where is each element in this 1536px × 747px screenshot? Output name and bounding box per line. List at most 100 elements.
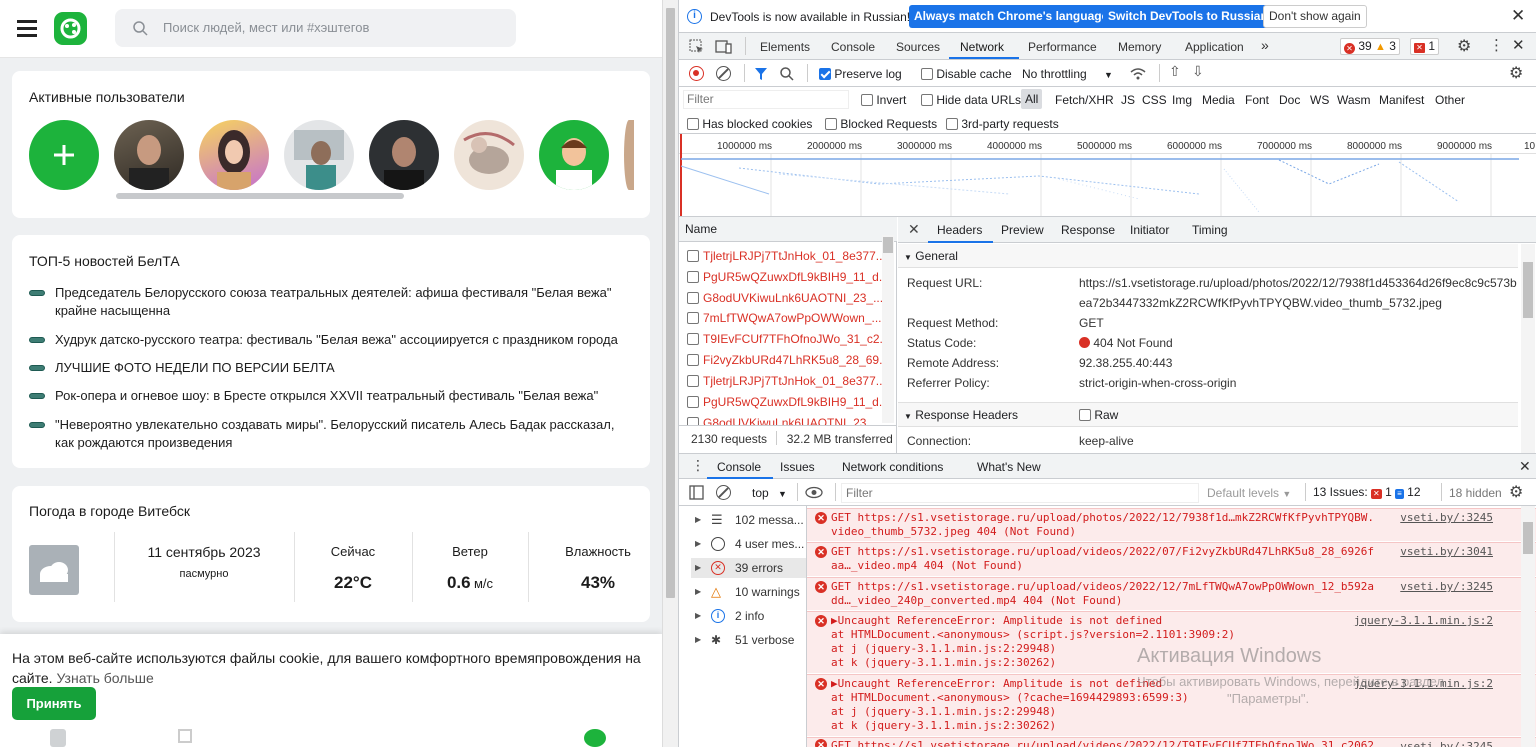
console-error-message[interactable]: ✕ GET https://s1.vsetistorage.ru/upload/… — [807, 542, 1536, 576]
avatar[interactable] — [199, 120, 269, 190]
filter-img[interactable]: Img — [1172, 93, 1192, 107]
tab-response[interactable]: Response — [1061, 223, 1115, 237]
message-source-link[interactable]: jquery-3.1.1.min.js:2 — [1354, 614, 1493, 628]
sidebar-item-user-messages[interactable]: ▶ 4 user mes... — [691, 534, 806, 554]
headers-scrollbar[interactable] — [1521, 244, 1535, 453]
avatar[interactable] — [284, 120, 354, 190]
dont-show-again-button[interactable]: Don't show again — [1263, 5, 1367, 28]
menu-icon[interactable] — [17, 20, 37, 37]
filter-media[interactable]: Media — [1202, 93, 1235, 107]
eye-icon[interactable] — [805, 486, 823, 499]
close-detail-icon[interactable]: ✕ — [908, 221, 920, 238]
close-devtools-icon[interactable]: ✕ — [1512, 36, 1525, 54]
sidebar-item-errors[interactable]: ▶ ✕ 39 errors — [691, 558, 806, 578]
device-toolbar-icon[interactable] — [715, 39, 732, 54]
general-section-header[interactable]: ▼ General — [898, 244, 1518, 268]
filter-ws[interactable]: WS — [1310, 93, 1329, 107]
requests-scrollbar[interactable] — [882, 235, 894, 423]
search-icon[interactable] — [780, 67, 794, 81]
name-column-header[interactable]: Name — [679, 217, 897, 242]
close-icon[interactable]: ✕ — [1511, 6, 1525, 26]
network-filter-input[interactable]: Filter — [683, 90, 849, 109]
tab-preview[interactable]: Preview — [1001, 223, 1044, 237]
preserve-log-checkbox[interactable]: Preserve log — [819, 67, 902, 81]
console-error-message[interactable]: ✕ ▶Uncaught ReferenceError: Amplitude is… — [807, 674, 1536, 736]
news-item[interactable]: "Невероятно увлекательно создавать миры"… — [29, 416, 629, 452]
filter-other[interactable]: Other — [1435, 93, 1465, 107]
request-row[interactable]: PgUR5wQZuwxDfL9kBIH9_11_d... — [687, 392, 887, 412]
console-error-message[interactable]: ✕ ▶Uncaught ReferenceError: Amplitude is… — [807, 611, 1536, 673]
filter-js[interactable]: JS — [1121, 93, 1135, 107]
export-har-icon[interactable]: ⇩ — [1192, 63, 1204, 80]
message-source-link[interactable]: vseti.by/:3245 — [1400, 511, 1493, 525]
site-logo[interactable] — [54, 12, 87, 45]
request-row[interactable]: 7mLfTWQwA7owPpOWWown_... — [687, 308, 887, 328]
console-error-message[interactable]: ✕ GET https://s1.vsetistorage.ru/upload/… — [807, 577, 1536, 610]
avatar[interactable] — [624, 120, 634, 190]
tab-headers[interactable]: Headers — [937, 223, 982, 237]
drawer-menu-icon[interactable]: ⋮ — [691, 457, 705, 474]
drawer-tab-network-conditions[interactable]: Network conditions — [842, 460, 943, 474]
filter-font[interactable]: Font — [1245, 93, 1269, 107]
disable-cache-checkbox[interactable]: Disable cache — [921, 67, 1012, 81]
request-row[interactable]: T9IEvFCUf7TFhOfnoJWo_31_c2... — [687, 329, 887, 349]
filter-css[interactable]: CSS — [1142, 93, 1167, 107]
request-row[interactable]: TjletrjLRJPj7TtJnHok_01_8e377... — [687, 371, 887, 391]
request-row[interactable]: Fi2vyZkbURd47LhRK5u8_28_69... — [687, 350, 887, 370]
news-item[interactable]: Худрук датско-русского театра: фестиваль… — [29, 331, 629, 349]
third-party-checkbox[interactable]: 3rd-party requests — [946, 117, 1059, 131]
error-warning-counter[interactable]: ✕ 39 ▲ 3 — [1340, 38, 1400, 55]
blocked-requests-checkbox[interactable]: Blocked Requests — [825, 117, 937, 131]
sidebar-item-warnings[interactable]: ▶ △ 10 warnings — [691, 582, 806, 602]
console-filter-input[interactable]: Filter — [841, 483, 1199, 503]
raw-checkbox[interactable]: Raw — [1079, 408, 1118, 422]
invert-checkbox[interactable]: Invert — [861, 93, 906, 107]
settings-gear-icon[interactable]: ⚙ — [1457, 36, 1471, 56]
blocked-cookies-checkbox[interactable]: Has blocked cookies — [687, 117, 812, 131]
tab-memory[interactable]: Memory — [1118, 40, 1161, 54]
console-error-message[interactable]: ✕ GET https://s1.vsetistorage.ru/upload/… — [807, 508, 1536, 541]
avatars-scrollbar[interactable] — [116, 193, 404, 199]
tab-application[interactable]: Application — [1185, 40, 1244, 54]
close-drawer-icon[interactable]: ✕ — [1519, 458, 1531, 475]
news-item[interactable]: Председатель Белорусского союза театраль… — [29, 284, 629, 320]
filter-fetch-xhr[interactable]: Fetch/XHR — [1055, 93, 1114, 107]
console-issues-counter[interactable]: 13 Issues: ✕ 1 ≡ 12 — [1313, 485, 1421, 499]
sidebar-item-verbose[interactable]: ▶ ✱ 51 verbose — [691, 630, 806, 650]
console-settings-icon[interactable]: ⚙ — [1509, 482, 1523, 502]
message-source-link[interactable]: vseti.by/:3245 — [1400, 740, 1493, 747]
inspect-icon[interactable] — [689, 39, 704, 54]
record-icon[interactable] — [689, 66, 704, 81]
tab-console[interactable]: Console — [831, 40, 875, 54]
log-levels-select[interactable]: Default levels ▼ — [1207, 486, 1291, 500]
search-input[interactable]: Поиск людей, мест или #хэштегов — [115, 9, 516, 47]
issues-counter[interactable]: ✕ 1 — [1410, 38, 1440, 55]
tab-elements[interactable]: Elements — [760, 40, 810, 54]
throttling-select[interactable]: No throttling ▼ — [1022, 67, 1113, 81]
network-settings-icon[interactable]: ⚙ — [1509, 63, 1523, 83]
news-item[interactable]: Рок-опера и огневое шоу: в Бресте открыл… — [29, 387, 629, 405]
tab-sources[interactable]: Sources — [896, 40, 940, 54]
filter-manifest[interactable]: Manifest — [1379, 93, 1424, 107]
request-row[interactable]: PgUR5wQZuwxDfL9kBIH9_11_d... — [687, 267, 887, 287]
message-source-link[interactable]: vseti.by/:3041 — [1400, 545, 1493, 559]
sidebar-item-info[interactable]: ▶ i 2 info — [691, 606, 806, 626]
console-scrollbar[interactable] — [1521, 506, 1535, 747]
switch-language-button[interactable]: Switch DevTools to Russian — [1103, 5, 1273, 28]
sidebar-toggle-icon[interactable] — [689, 485, 704, 500]
clear-icon[interactable] — [716, 66, 731, 81]
clear-console-icon[interactable] — [716, 485, 731, 500]
filter-all[interactable]: All — [1021, 89, 1043, 109]
message-source-link[interactable]: jquery-3.1.1.min.js:2 — [1354, 677, 1493, 691]
avatar[interactable] — [539, 120, 609, 190]
response-headers-section-header[interactable]: ▼ Response Headers — [898, 402, 1518, 427]
sidebar-item-messages[interactable]: ▶ ☰ 102 messa... — [691, 510, 806, 530]
drawer-tab-whats-new[interactable]: What's New — [977, 460, 1041, 474]
console-error-message[interactable]: ✕ GET https://s1.vsetistorage.ru/upload/… — [807, 737, 1536, 747]
drawer-tab-console[interactable]: Console — [717, 460, 761, 474]
more-options-icon[interactable]: ⋮ — [1489, 36, 1504, 54]
page-scrollbar[interactable] — [662, 0, 678, 747]
tab-initiator[interactable]: Initiator — [1130, 223, 1169, 237]
match-language-button[interactable]: Always match Chrome's language — [909, 5, 1114, 28]
filter-wasm[interactable]: Wasm — [1337, 93, 1371, 107]
